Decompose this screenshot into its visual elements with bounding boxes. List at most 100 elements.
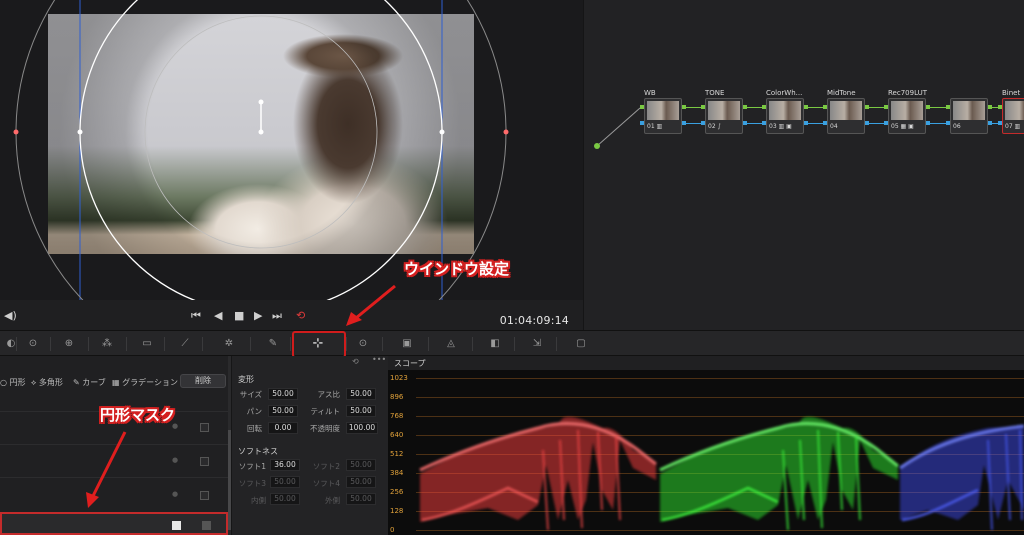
circle-window-row-selected[interactable] — [0, 512, 228, 535]
volume-icon[interactable]: ◀) — [4, 310, 17, 322]
hdr-wheels-icon[interactable]: ⊕ — [62, 337, 76, 351]
color-node[interactable]: 07 ▥ — [1002, 98, 1024, 134]
outside-field[interactable]: 50.00 — [346, 493, 376, 505]
tab-polygon-label: 多角形 — [38, 378, 63, 387]
color-wheels-icon[interactable]: ⊙ — [26, 337, 40, 351]
aspect-field[interactable]: 50.00 — [346, 388, 376, 400]
blur-icon[interactable]: ◬ — [444, 337, 458, 351]
node-label: Rec709LUT — [888, 89, 928, 97]
key-icon[interactable]: ◧ — [488, 337, 502, 351]
node-alpha-input[interactable] — [998, 121, 1002, 125]
scope-header: ⟲ ••• スコープ — [352, 355, 1024, 370]
node-label: MidTone — [827, 89, 856, 97]
3d-icon[interactable]: ▢ — [574, 337, 588, 351]
node-connection — [808, 107, 823, 108]
rotate-field[interactable]: 0.00 — [268, 422, 298, 434]
rotation-handle[interactable] — [258, 99, 264, 105]
waveform-red-channel — [419, 416, 657, 531]
node-rgb-input[interactable] — [701, 105, 705, 109]
node-rgb-input[interactable] — [946, 105, 950, 109]
tab-polygon[interactable]: ⟡ 多角形 — [31, 377, 63, 388]
tab-circle[interactable]: ○ 円形 — [0, 377, 26, 388]
node-thumbnail — [830, 101, 862, 120]
transform-title: 変形 — [238, 375, 254, 384]
inside-label: 内側 — [251, 496, 266, 505]
soft2-label: ソフト2 — [312, 462, 340, 471]
node-thumbnail — [953, 101, 985, 120]
input-pin — [594, 143, 600, 149]
qualifier-icon[interactable]: ✎ — [266, 337, 280, 351]
delete-window-button[interactable]: 削除 — [180, 374, 226, 388]
inside-field[interactable]: 50.00 — [270, 493, 300, 505]
more-options-icon[interactable]: ••• — [372, 355, 386, 364]
play-icon[interactable]: ▶ — [254, 310, 262, 322]
opacity-field[interactable]: 100.00 — [346, 422, 378, 434]
tab-gradient[interactable]: ▦ グラデーション — [112, 377, 178, 388]
node-rgb-input[interactable] — [823, 105, 827, 109]
waveform-traces — [419, 416, 1024, 531]
aspect-label: アス比 — [317, 390, 341, 399]
soft1-field[interactable]: 36.00 — [270, 459, 300, 471]
tracker-icon[interactable]: ⊙ — [356, 337, 370, 351]
node-alpha-input[interactable] — [884, 121, 888, 125]
window-enable-checkbox[interactable] — [202, 521, 211, 530]
node-rgb-input[interactable] — [762, 105, 766, 109]
node-number: 07 ▥ — [1005, 123, 1021, 130]
color-node[interactable]: 03 ▥ ▣ — [766, 98, 804, 134]
node-alpha-input[interactable] — [946, 121, 950, 125]
color-node[interactable]: 02 ∫ — [705, 98, 743, 134]
tab-curve[interactable]: ✎ カーブ — [73, 377, 106, 388]
tab-curve-label: カーブ — [82, 378, 106, 387]
node-alpha-input[interactable] — [762, 121, 766, 125]
window-row[interactable]: ● — [0, 477, 228, 510]
window-enable-checkbox[interactable] — [200, 457, 209, 466]
skip-back-icon[interactable]: ⏮ — [191, 310, 201, 322]
reset-icon[interactable]: ⟲ — [352, 357, 359, 366]
color-node[interactable]: 05 ▦ ▣ — [888, 98, 926, 134]
opacity-label: 不透明度 — [310, 424, 340, 433]
motion-effects-icon[interactable]: ▭ — [140, 337, 154, 351]
soft3-label: ソフト3 — [238, 479, 266, 488]
tilt-field[interactable]: 50.00 — [346, 405, 376, 417]
center-handle — [258, 129, 264, 135]
sizing-icon[interactable]: ⇲ — [530, 337, 544, 351]
color-node[interactable]: 04 — [827, 98, 865, 134]
waveform-blue-channel — [899, 424, 1024, 531]
window-tool-highlight — [292, 331, 346, 358]
tilt-label: ティルト — [310, 407, 340, 416]
callout-window-settings: ウインドウ設定 — [404, 260, 510, 278]
soft4-field[interactable]: 50.00 — [346, 476, 376, 488]
pan-field[interactable]: 50.00 — [268, 405, 298, 417]
color-node[interactable]: 06 — [950, 98, 988, 134]
node-alpha-input[interactable] — [701, 121, 705, 125]
color-warper-icon[interactable]: ✲ — [222, 337, 236, 351]
circle-window-overlay[interactable] — [0, 0, 583, 300]
stop-icon[interactable]: ■ — [234, 310, 244, 322]
step-back-icon[interactable]: ◀ — [214, 310, 222, 322]
skip-forward-icon[interactable]: ⏭ — [272, 310, 282, 322]
magic-mask-icon[interactable]: ▣ — [400, 337, 414, 351]
viewer[interactable] — [0, 0, 583, 300]
rgb-mixer-icon[interactable]: ⁂ — [100, 337, 114, 351]
color-node[interactable]: 01 ▥ — [644, 98, 682, 134]
window-enable-checkbox[interactable] — [200, 491, 209, 500]
node-editor[interactable]: WB 01 ▥ TONE 02 ∫ ColorWh... 03 ▥ ▣ MidTone 04 R… — [583, 0, 1024, 330]
soft3-field[interactable]: 50.00 — [270, 476, 300, 488]
window-enable-checkbox[interactable] — [200, 423, 209, 432]
curves-icon[interactable]: ⟋ — [178, 337, 192, 351]
waveform-scope: 1023 896 768 640 512 384 256 128 0 — [388, 370, 1024, 535]
soft2-field[interactable]: 50.00 — [346, 459, 376, 471]
window-circle — [79, 0, 443, 300]
node-alpha-input[interactable] — [823, 121, 827, 125]
softness-title: ソフトネス — [238, 447, 278, 456]
window-row[interactable]: ● — [0, 444, 228, 477]
node-rgb-input[interactable] — [640, 105, 644, 109]
window-invert-checkbox[interactable] — [172, 521, 181, 530]
palette-toolbar: ◐ ⊙ ⊕ ⁂ ▭ ⟋ ✲ ✎ ⊹ ⊙ ▣ ◬ ◧ ⇲ ▢ — [0, 330, 1024, 356]
node-alpha-input[interactable] — [640, 121, 644, 125]
node-rgb-input[interactable] — [884, 105, 888, 109]
node-rgb-input[interactable] — [998, 105, 1002, 109]
loop-icon[interactable]: ⟲ — [296, 310, 305, 322]
size-field[interactable]: 50.00 — [268, 388, 298, 400]
node-connection — [930, 107, 946, 108]
